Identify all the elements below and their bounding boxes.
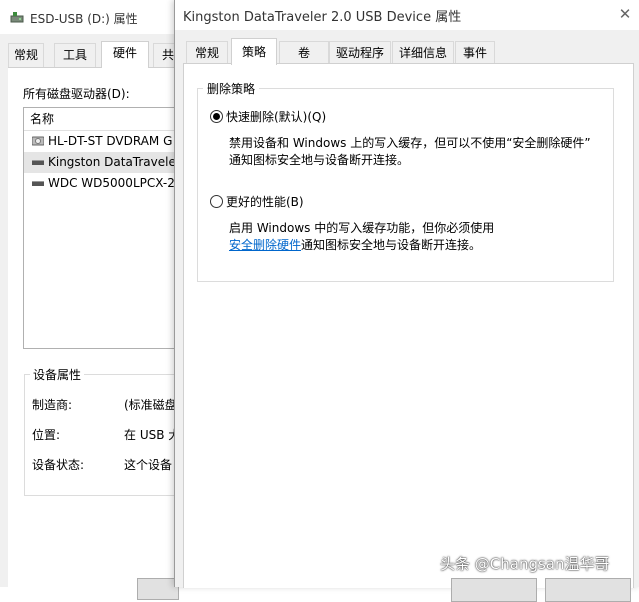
tab-volumes[interactable]: 卷 (279, 41, 329, 64)
manufacturer-label: 制造商: (32, 398, 73, 412)
tab-driver[interactable]: 驱动程序 (329, 41, 391, 64)
drive-name: HL-DT-ST DVDRAM G (48, 134, 173, 148)
back-window-title: ESD-USB (D:) 属性 (30, 12, 138, 26)
list-header-name[interactable]: 名称 (24, 108, 184, 131)
back-window-button[interactable] (137, 578, 179, 600)
drive-item-kingston[interactable]: Kingston DataTraveler (24, 152, 184, 173)
quick-removal-radio[interactable] (210, 110, 223, 123)
drive-item-wdc[interactable]: WDC WD5000LPCX-24 (24, 173, 184, 194)
drive-name: Kingston DataTraveler (48, 155, 181, 169)
dialog-tab-strip: 常规 策略 卷 驱动程序 详细信息 事件 (183, 38, 632, 65)
close-icon[interactable]: ✕ (615, 4, 635, 24)
back-tab-tools[interactable]: 工具 (54, 43, 96, 67)
quick-removal-desc-line2: 通知图标安全地与设备断开连接。 (229, 153, 410, 167)
back-properties-window: ESD-USB (D:) 属性 常规 工具 硬件 共享 所有磁盘驱动器(D): … (0, 0, 195, 600)
dialog-ok-button[interactable] (451, 578, 537, 602)
dialog-cancel-button[interactable] (545, 578, 631, 602)
manufacturer-value: (标准磁盘 (124, 398, 177, 412)
removal-policy-legend: 删除策略 (203, 80, 260, 97)
usb-drive-icon (10, 12, 24, 23)
better-performance-desc-line2: 安全删除硬件通知图标安全地与设备断开连接。 (229, 237, 481, 254)
usb-drive-icon (32, 160, 44, 165)
device-properties-legend: 设备属性 (30, 366, 85, 383)
dialog-titlebar[interactable]: Kingston DataTraveler 2.0 USB Device 属性 … (175, 0, 639, 30)
better-performance-radio[interactable] (210, 195, 223, 208)
tab-events[interactable]: 事件 (455, 41, 495, 64)
safely-remove-hardware-link[interactable]: 安全删除硬件 (229, 238, 301, 252)
quick-removal-label[interactable]: 快速删除(默认)(Q) (226, 108, 326, 125)
back-window-titlebar[interactable]: ESD-USB (D:) 属性 (0, 0, 190, 34)
location-label: 位置: (32, 428, 61, 442)
drive-list[interactable]: 名称 HL-DT-ST DVDRAM G Kingston DataTravel… (23, 107, 185, 349)
tab-policies[interactable]: 策略 (231, 38, 277, 65)
better-performance-label[interactable]: 更好的性能(B) (226, 193, 304, 210)
dialog-title: Kingston DataTraveler 2.0 USB Device 属性 (183, 10, 462, 25)
drive-name: WDC WD5000LPCX-24 (48, 176, 183, 190)
better-performance-desc-line1: 启用 Windows 中的写入缓存功能，但你必须使用 (229, 221, 495, 235)
all-drives-label: 所有磁盘驱动器(D): (23, 87, 130, 101)
watermark-text: 头条 @Changsan温华哥 (440, 555, 610, 573)
optical-drive-icon (32, 136, 44, 146)
back-tab-hardware[interactable]: 硬件 (101, 41, 149, 68)
back-tab-general[interactable]: 常规 (8, 43, 44, 67)
hard-disk-icon (32, 181, 44, 186)
tab-general[interactable]: 常规 (186, 41, 228, 64)
radio-selected-dot (213, 113, 220, 120)
drive-item-dvd[interactable]: HL-DT-ST DVDRAM G (24, 131, 184, 152)
device-status-label: 设备状态: (32, 458, 85, 472)
device-status-value: 这个设备 (124, 458, 173, 472)
tab-details[interactable]: 详细信息 (392, 41, 454, 64)
better-performance-desc-rest: 通知图标安全地与设备断开连接。 (301, 238, 482, 252)
quick-removal-desc-line1: 禁用设备和 Windows 上的写入缓存，但可以不使用“安全删除硬件” (229, 136, 591, 150)
location-value: 在 USB 大 (124, 428, 181, 442)
